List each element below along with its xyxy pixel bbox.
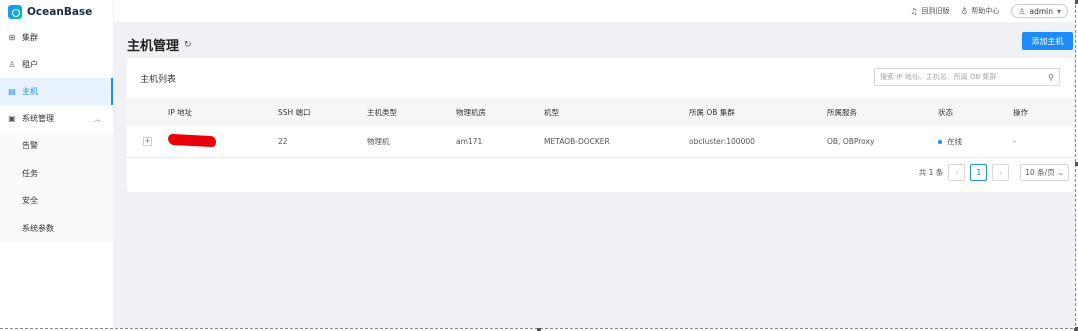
- table-header: IP 地址 SSH 端口 主机类型 物理机房 机型 所属 OB 集群 所属服务 …: [127, 98, 1074, 126]
- sidebar-item-label: 系统管理: [22, 114, 54, 123]
- cell-services: OB, OBProxy: [827, 137, 875, 146]
- page-size-select[interactable]: 10 条/页 ⌄: [1020, 164, 1069, 181]
- sidebar-item-label: 主机: [22, 87, 38, 96]
- page-header: 主机管理 ↻: [127, 35, 192, 54]
- oceanbase-logo-icon: [8, 5, 22, 19]
- search-icon[interactable]: ⚲: [1048, 73, 1054, 82]
- tenant-icon: ♙: [8, 59, 16, 69]
- sidebar-item-host[interactable]: ▤ 主机: [0, 78, 113, 105]
- page-title: 主机管理: [127, 39, 180, 54]
- sidebar-item-system[interactable]: ▣ 系统管理 ︿: [0, 105, 113, 132]
- system-icon: ▣: [8, 113, 16, 123]
- sidebar: OceanBase ⊞ 集群 ♙ 租户 ▤ 主机 ▣ 系统管理 ︿ 告警 任务 …: [0, 0, 114, 328]
- prev-page-button[interactable]: ‹: [948, 164, 966, 181]
- status-label: 在线: [947, 137, 962, 146]
- user-icon: ♙: [1018, 6, 1026, 16]
- bell-icon: ♫: [910, 6, 918, 16]
- sidebar-subitem-label: 任务: [22, 168, 38, 178]
- username: admin: [1029, 6, 1053, 16]
- chevron-down-icon: ⌄: [1057, 168, 1064, 177]
- column-header[interactable]: 所属服务: [827, 107, 938, 118]
- sidebar-subitem-label: 安全: [22, 196, 38, 206]
- sidebar-item-label: 集群: [22, 33, 38, 42]
- column-header[interactable]: 物理机房: [456, 107, 544, 118]
- back-to-old-link[interactable]: ♫ 回到旧版: [910, 6, 949, 16]
- column-header[interactable]: 所属 OB 集群: [689, 107, 827, 118]
- sidebar-subitem-alarm[interactable]: 告警: [0, 132, 113, 160]
- column-header[interactable]: 状态: [938, 107, 1013, 118]
- status-badge: 在线: [938, 136, 1013, 147]
- sidebar-subitem-task[interactable]: 任务: [0, 159, 113, 187]
- bulb-icon: ♁: [961, 6, 968, 16]
- sidebar-subitem-security[interactable]: 安全: [0, 187, 113, 215]
- cell-host-type: 物理机: [367, 137, 390, 146]
- help-center-link[interactable]: ♁ 帮助中心: [961, 6, 999, 16]
- search-input[interactable]: 搜索 IP 地址、主机名、所属 OB 集群 ⚲: [874, 68, 1060, 86]
- card-title: 主机列表: [140, 75, 177, 85]
- search-placeholder: 搜索 IP 地址、主机名、所属 OB 集群: [880, 73, 997, 81]
- chevron-up-icon: ︿: [94, 114, 101, 123]
- cell-action: -: [1013, 137, 1016, 146]
- help-center-label: 帮助中心: [971, 7, 1000, 15]
- caret-down-icon: ▾: [1056, 6, 1061, 16]
- cell-idc: am171: [456, 137, 483, 146]
- column-header: 操作: [1013, 107, 1028, 117]
- status-dot: [938, 139, 942, 144]
- pagination-total: 共 1 条: [918, 168, 944, 177]
- cell-cluster[interactable]: obcluster:100000: [689, 137, 827, 146]
- column-header[interactable]: SSH 端口: [278, 107, 367, 118]
- next-page-button[interactable]: ›: [992, 164, 1010, 181]
- back-to-old-label: 回到旧版: [921, 7, 950, 15]
- main-content: 主机管理 ↻ 添加主机 主机列表 搜索 IP 地址、主机名、所属 OB 集群 ⚲…: [114, 22, 1075, 328]
- sidebar-subitem-label: 系统参数: [22, 223, 54, 233]
- cell-model: METAOB-DOCKER: [544, 137, 610, 146]
- host-table: IP 地址 SSH 端口 主机类型 物理机房 机型 所属 OB 集群 所属服务 …: [127, 98, 1074, 158]
- expand-row-button[interactable]: +: [143, 137, 152, 146]
- sidebar-subitem-params[interactable]: 系统参数: [0, 214, 113, 242]
- redacted-ip-address: [167, 133, 217, 148]
- sidebar-item-label: 租户: [22, 60, 38, 69]
- sidebar-item-tenant[interactable]: ♙ 租户: [0, 51, 113, 78]
- column-header[interactable]: IP 地址: [168, 107, 278, 118]
- column-header[interactable]: 主机类型: [367, 107, 456, 118]
- topbar: ♫ 回到旧版 ♁ 帮助中心 ♙ admin ▾: [114, 0, 1075, 22]
- add-host-button[interactable]: 添加主机: [1022, 32, 1073, 50]
- pagination: 共 1 条 ‹ 1 › 10 条/页 ⌄: [919, 164, 1069, 181]
- host-icon: ▤: [8, 86, 16, 96]
- page-number-button[interactable]: 1: [970, 164, 988, 181]
- host-list-card: 主机列表 搜索 IP 地址、主机名、所属 OB 集群 ⚲ IP 地址 SSH 端…: [127, 58, 1074, 192]
- grid-icon: ⊞: [8, 32, 16, 42]
- refresh-icon[interactable]: ↻: [184, 40, 192, 50]
- page-size-label: 10 条/页: [1025, 168, 1055, 177]
- table-row[interactable]: + 22 物理机 am171 METAOB-DOCKER obcluster:1…: [127, 126, 1074, 158]
- column-header[interactable]: 机型: [544, 107, 689, 118]
- cell-ssh-port: 22: [278, 137, 288, 146]
- sidebar-item-cluster[interactable]: ⊞ 集群: [0, 24, 113, 51]
- logo[interactable]: OceanBase: [0, 0, 113, 24]
- sidebar-subitem-label: 告警: [22, 141, 38, 151]
- brand-name: OceanBase: [27, 6, 93, 18]
- user-menu[interactable]: ♙ admin ▾: [1011, 4, 1068, 18]
